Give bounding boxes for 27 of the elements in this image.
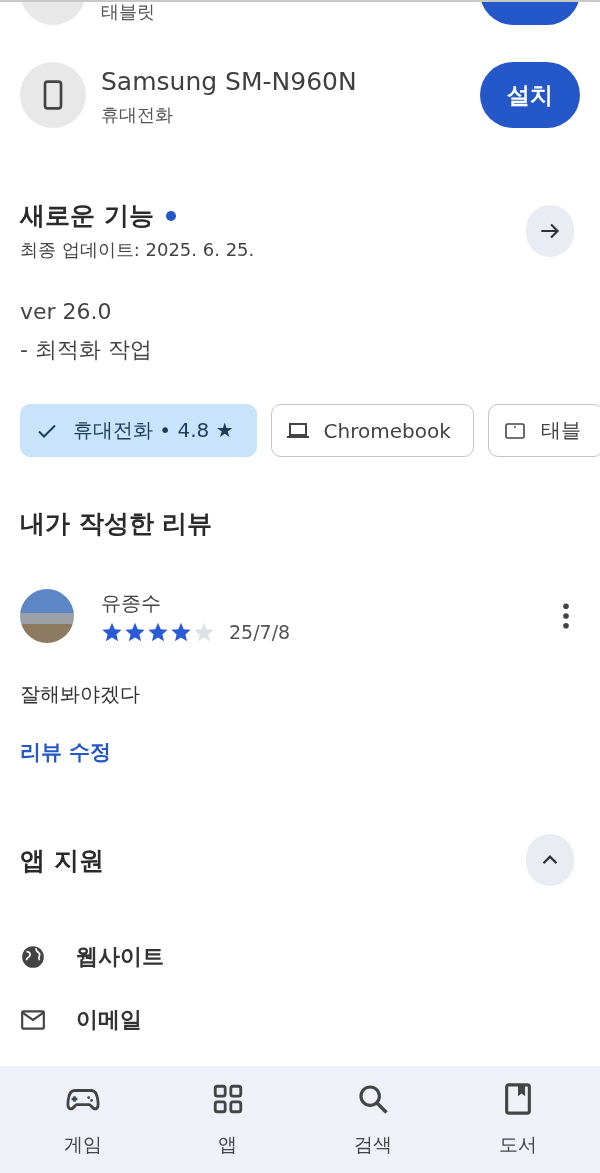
- edit-review-link[interactable]: 리뷰 수정: [20, 738, 112, 766]
- avatar-photo: [20, 589, 74, 643]
- nav-tab[interactable]: 게임: [32, 1066, 133, 1173]
- device-type: 휴대전화: [101, 103, 174, 127]
- section-title: 새로운 기능: [20, 200, 154, 232]
- device-filter-chip[interactable]: 태블: [487, 404, 600, 457]
- install-button[interactable]: 설치: [480, 62, 580, 128]
- device-filter-chip[interactable]: Chromebook: [270, 404, 474, 457]
- update-date: 최종 업데이트: 2025. 6. 25.: [20, 238, 255, 262]
- arrow-button[interactable]: [526, 204, 574, 257]
- review-date: 25/7/8: [229, 620, 291, 643]
- section-title: 앱 지원: [20, 844, 104, 877]
- review-text: 잘해봐야겠다: [19, 681, 141, 708]
- release-note: - 최적화 작업: [20, 336, 153, 364]
- reviewer-name: 유종수: [101, 589, 162, 617]
- release-note: ver 26.0: [20, 298, 113, 326]
- more-vertical-icon[interactable]: [562, 603, 570, 629]
- support-link[interactable]: 이메일: [76, 1005, 142, 1035]
- nav-tab[interactable]: 검색: [322, 1066, 423, 1173]
- nav-tab[interactable]: 도서: [467, 1066, 568, 1173]
- device-name: Samsung SM-N960N: [101, 66, 358, 98]
- nav-tab[interactable]: 앱: [177, 1066, 278, 1173]
- section-title: 내가 작성한 리뷰: [19, 508, 214, 540]
- device-type: 태블릿: [101, 2, 156, 24]
- device-filter-chip[interactable]: 휴대전화 • 4.8 ★: [20, 404, 257, 457]
- support-link[interactable]: 웹사이트: [76, 942, 164, 972]
- mail-icon: [20, 1007, 46, 1033]
